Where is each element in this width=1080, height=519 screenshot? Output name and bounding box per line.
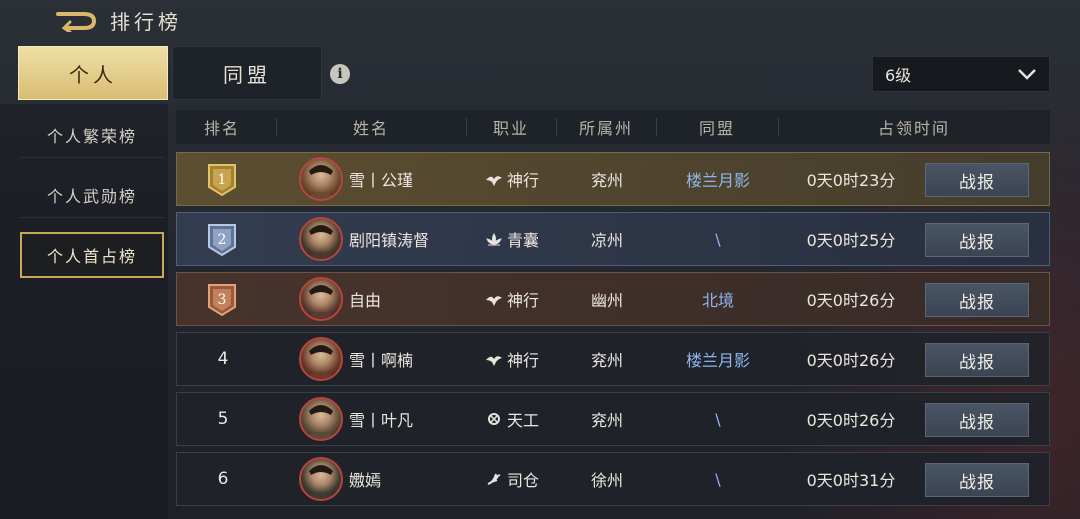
player-alliance[interactable]: 北境	[657, 273, 779, 325]
tab-alliance[interactable]: 同盟	[172, 46, 322, 100]
table-row: 3 自由 神行 幽州 北境 0天0时26分 战报	[176, 272, 1050, 326]
player-name: 雪丨叶凡	[349, 411, 414, 430]
sidebar-item-prosperity[interactable]: 个人繁荣榜	[20, 112, 164, 158]
tab-individual[interactable]: 个人	[18, 46, 168, 100]
player-name: 自由	[349, 291, 382, 310]
player-job-label: 青囊	[506, 231, 539, 250]
player-job-label: 天工	[506, 411, 539, 430]
player-alliance: \	[715, 229, 721, 249]
sidebar-item-merit[interactable]: 个人武勋榜	[20, 172, 164, 218]
avatar-portrait-icon	[305, 225, 337, 259]
page-header: 排行榜	[0, 0, 1080, 40]
battle-report-button[interactable]: 战报	[925, 223, 1029, 257]
player-name: 嫐嫣	[349, 471, 382, 490]
avatar-portrait-icon	[305, 345, 337, 379]
player-job: 神行	[467, 273, 557, 325]
player-alliance[interactable]: 楼兰月影	[657, 333, 779, 385]
avatar-portrait-icon	[305, 405, 337, 439]
column-header-name: 姓名	[352, 119, 389, 138]
table-row: 6 嫐嫣 司仓 徐州 \ 0天0时31分 战报	[176, 452, 1050, 506]
grain-icon	[487, 473, 501, 485]
avatar[interactable]	[299, 277, 343, 321]
column-header-job: 职业	[492, 119, 529, 138]
info-icon[interactable]: i	[330, 64, 350, 84]
table-row: 4 雪丨啊楠 神行 兖州 楼兰月影 0天0时26分 战报	[176, 332, 1050, 386]
chevron-down-icon	[1018, 69, 1036, 80]
player-name: 剧阳镇涛督	[349, 231, 430, 250]
player-alliance: \	[715, 469, 721, 489]
rank-medal-number: 2	[218, 232, 227, 248]
player-job: 神行	[467, 153, 557, 205]
player-state: 兖州	[590, 351, 623, 370]
player-alliance[interactable]: 楼兰月影	[657, 153, 779, 205]
rank-medal-icon: 1	[208, 164, 236, 197]
avatar[interactable]	[299, 457, 343, 501]
rank-medal-icon: 3	[208, 284, 236, 317]
rank-number: 6	[217, 469, 229, 489]
occupy-time: 0天0时26分	[806, 411, 896, 430]
bird-icon	[485, 356, 502, 366]
battle-report-button[interactable]: 战报	[925, 343, 1029, 377]
battle-report-button[interactable]: 战报	[925, 403, 1029, 437]
player-name: 雪丨公瑾	[349, 171, 414, 190]
rank-medal-number: 3	[218, 292, 227, 308]
rank-number: 5	[217, 409, 229, 429]
player-job-label: 神行	[506, 291, 539, 310]
bird-icon	[485, 176, 502, 186]
sidebar: 个人繁荣榜 个人武勋榜 个人首占榜	[0, 104, 168, 519]
sidebar-item-first-occupy[interactable]: 个人首占榜	[20, 232, 164, 278]
player-job-label: 司仓	[506, 471, 539, 490]
player-state: 幽州	[590, 291, 623, 310]
battle-report-button[interactable]: 战报	[925, 163, 1029, 197]
column-header-rank: 排名	[203, 119, 240, 138]
occupy-time: 0天0时31分	[806, 471, 896, 490]
table-row: 5 雪丨叶凡 天工 兖州 \ 0天0时26分 战报	[176, 392, 1050, 446]
avatar-portrait-icon	[305, 465, 337, 499]
avatar-portrait-icon	[305, 165, 337, 199]
player-job: 青囊	[467, 213, 557, 265]
column-header-state: 所属州	[578, 119, 633, 138]
back-arrow-icon	[56, 12, 97, 32]
column-header-alliance: 同盟	[698, 119, 735, 138]
player-alliance: \	[715, 409, 721, 429]
player-state: 凉州	[590, 231, 623, 250]
player-job: 天工	[467, 393, 557, 445]
avatar[interactable]	[299, 337, 343, 381]
bird-icon	[485, 296, 502, 306]
column-header-occupy-time: 占领时间	[877, 119, 950, 138]
player-job: 司仓	[467, 453, 557, 505]
rank-medal-icon: 2	[208, 224, 236, 257]
player-state: 兖州	[590, 411, 623, 430]
player-job-label: 神行	[506, 351, 539, 370]
avatar[interactable]	[299, 157, 343, 201]
battle-report-button[interactable]: 战报	[925, 283, 1029, 317]
rank-medal-number: 1	[218, 172, 227, 188]
table-row: 2 剧阳镇涛督 青囊 凉州 \ 0天0时25分 战报	[176, 212, 1050, 266]
level-dropdown-value: 6级	[885, 66, 912, 85]
player-job-label: 神行	[506, 171, 539, 190]
level-dropdown[interactable]: 6级	[872, 56, 1050, 92]
occupy-time: 0天0时26分	[806, 291, 896, 310]
player-state: 徐州	[590, 471, 623, 490]
lotus-icon	[486, 233, 502, 246]
back-button[interactable]	[52, 6, 100, 34]
gear-icon	[487, 413, 500, 425]
occupy-time: 0天0时23分	[806, 171, 896, 190]
occupy-time: 0天0时25分	[806, 231, 896, 250]
page-title: 排行榜	[110, 10, 182, 34]
battle-report-button[interactable]: 战报	[925, 463, 1029, 497]
player-job: 神行	[467, 333, 557, 385]
table-row: 1 雪丨公瑾 神行 兖州 楼兰月影 0天0时23分 战报	[176, 152, 1050, 206]
avatar-portrait-icon	[305, 285, 337, 319]
avatar[interactable]	[299, 397, 343, 441]
player-name: 雪丨啊楠	[349, 351, 414, 370]
table-header: 排名 姓名 职业 所属州 同盟 占领时间	[176, 110, 1050, 144]
rank-number: 4	[217, 349, 229, 369]
player-state: 兖州	[590, 171, 623, 190]
avatar[interactable]	[299, 217, 343, 261]
occupy-time: 0天0时26分	[806, 351, 896, 370]
